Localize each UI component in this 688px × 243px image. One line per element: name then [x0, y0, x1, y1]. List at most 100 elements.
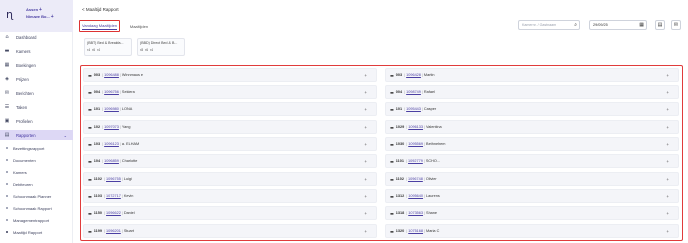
table-row[interactable]: ▬ 103 | 1096123 | a. ELHAM + — [83, 137, 377, 151]
expand-icon[interactable]: + — [666, 229, 669, 234]
table-row[interactable]: ▬ 003 | 1096428 | Martin + — [385, 68, 679, 82]
subitem-kamers[interactable]: Kamers — [0, 167, 73, 177]
table-row[interactable]: ▬ 1029 | 1096133 | Valentina + — [385, 120, 679, 134]
separator: | — [406, 125, 408, 129]
expand-icon[interactable]: + — [364, 90, 367, 95]
booking-link[interactable]: 1092779 — [408, 159, 423, 163]
subitem-schoonmaak-planner[interactable]: Schoonmaak Planner — [0, 191, 73, 201]
booking-link[interactable]: 1096488 — [104, 73, 119, 77]
subitem-label: Debiteuren — [13, 181, 33, 187]
expand-icon[interactable]: + — [666, 90, 669, 95]
date-picker[interactable]: 29/09/25 ▦ — [589, 20, 647, 30]
expand-icon[interactable]: + — [666, 73, 669, 78]
sidebar-item-dashboard[interactable]: ⌂ Dashboard — [0, 32, 73, 42]
subitem-label: Documenten — [13, 157, 36, 163]
search-input[interactable]: Kamernr. / Gastnaam ⌕ — [518, 20, 580, 30]
booking-link[interactable]: 1096980 — [104, 107, 119, 111]
bullet-icon — [6, 231, 8, 233]
table-row[interactable]: ▬ 1199 | 1096201 | Stuart + — [83, 224, 377, 238]
tab-maaltijden[interactable]: Maaltijden — [125, 20, 153, 32]
expand-icon[interactable]: + — [666, 194, 669, 199]
bed-icon: ▬ — [390, 193, 394, 199]
table-row[interactable]: ▬ 004 | 1096756 | Sekiera + — [83, 85, 377, 99]
calendar-icon[interactable]: ▦ — [639, 22, 644, 28]
table-row[interactable]: ▬ 101 | 1095443 | Casper + — [385, 102, 679, 116]
bed-icon: ▬ — [390, 228, 394, 234]
search-icon[interactable]: ⌕ — [574, 22, 577, 28]
expand-icon[interactable]: + — [364, 142, 367, 147]
sidebar-item-rapporten[interactable]: ▤ Rapporten ⌄ — [0, 130, 73, 140]
expand-icon[interactable]: + — [666, 177, 669, 182]
subitem-managementrapport[interactable]: Managementrapport — [0, 215, 73, 225]
sidebar-item-boekingen[interactable]: ▦ Boekingen — [0, 60, 73, 70]
expand-icon[interactable]: + — [666, 159, 669, 164]
expand-icon[interactable]: + — [364, 194, 367, 199]
booking-link[interactable]: 1098749 — [406, 90, 421, 94]
table-row[interactable]: ▬ 1150 | 1096622 | Daniel + — [83, 206, 377, 220]
booking-link[interactable]: 1096201 — [106, 229, 121, 233]
booking-link[interactable]: 1075168 — [408, 229, 423, 233]
room-number: 104 — [93, 159, 101, 163]
booking-link[interactable]: 1095569 — [408, 142, 423, 146]
table-row[interactable]: ▬ 101 | 1096980 | LONA + — [83, 102, 377, 116]
booking-link[interactable]: 1095443 — [406, 107, 421, 111]
expand-icon[interactable]: + — [364, 211, 367, 216]
subitem-bezettingsrapport[interactable]: Bezettingsrapport — [0, 143, 73, 153]
table-row[interactable]: ▬ 1030 | 1095569 | Bethnehem + — [385, 137, 679, 151]
booking-link[interactable]: 1096755 — [106, 177, 121, 181]
booking-link[interactable]: 1096133 — [408, 125, 423, 129]
expand-icon[interactable]: + — [364, 159, 367, 164]
table-row[interactable]: ▬ 003 | 1096488 | Winnmaus e + — [83, 68, 377, 82]
sidebar-item-kamers[interactable]: ▬ Kamers — [0, 46, 73, 56]
expand-icon[interactable]: + — [666, 211, 669, 216]
booking-link[interactable]: 1096428 — [406, 73, 421, 77]
sidebar-item-prijzen[interactable]: ◈ Prijzen — [0, 74, 73, 84]
back-link[interactable]: < Maaltijd Rapport — [82, 7, 119, 12]
document-button[interactable]: ▤ — [655, 20, 665, 30]
table-row[interactable]: ▬ 1101 | 1092779 | SCHO... + — [385, 154, 679, 168]
expand-icon[interactable]: + — [364, 177, 367, 182]
booking-link[interactable]: 1096756 — [104, 90, 119, 94]
subitem-documenten[interactable]: Documenten — [0, 155, 73, 165]
booking-link[interactable]: 1097073 — [104, 125, 119, 129]
booking-link[interactable]: 1072717 — [106, 194, 121, 198]
summary-card[interactable]: (BBD) Direct Bed & B... ▪8 ▪6 ▪4 — [137, 38, 185, 56]
expand-icon[interactable]: + — [666, 107, 669, 112]
expand-icon[interactable]: + — [364, 107, 367, 112]
bed-icon: ▬ — [88, 106, 92, 112]
chat-button[interactable]: ✉ — [671, 20, 681, 30]
booking-link[interactable]: 1096123 — [104, 142, 119, 146]
expand-icon[interactable]: + — [364, 229, 367, 234]
table-row[interactable]: ▬ 1103 | 1072717 | Kevin + — [83, 189, 377, 203]
tab-vandaag-maaltijden[interactable]: Vandaag Maaltijden — [79, 20, 120, 32]
table-row[interactable]: ▬ 104 | 1096859 | Charlotte + — [83, 154, 377, 168]
table-row[interactable]: ▬ 1102 | 1096748 | Olivier + — [385, 172, 679, 186]
booking-link[interactable]: 1096622 — [106, 211, 121, 215]
app-logo-icon[interactable]: ɳ — [6, 9, 18, 21]
table-row[interactable]: ▬ 1318 | 1073563 | Shane + — [385, 206, 679, 220]
summary-card[interactable]: (BBT) Bed & Breakfa... ▪4 ▪6 ▪4 — [84, 38, 132, 56]
sidebar-item-berichten[interactable]: ✉ Berichten — [0, 88, 73, 98]
subitem-debiteuren[interactable]: Debiteuren — [0, 179, 73, 189]
booking-link[interactable]: 1095640 — [408, 194, 423, 198]
sidebar-item-profielen[interactable]: ▣ Profielen — [0, 116, 73, 126]
table-row[interactable]: ▬ 1312 | 1095640 | Laurens + — [385, 189, 679, 203]
booking-link[interactable]: 1096859 — [104, 159, 119, 163]
expand-icon[interactable]: + — [364, 125, 367, 130]
table-row[interactable]: ▬ 1320 | 1075168 | Maria C + — [385, 224, 679, 238]
subitem-schoonmaak-rapport[interactable]: Schoonmaak Rapport — [0, 203, 73, 213]
sidebar-item-taken[interactable]: ☰ Taken — [0, 102, 73, 112]
expand-icon[interactable]: + — [666, 125, 669, 130]
expand-icon[interactable]: + — [364, 73, 367, 78]
table-row[interactable]: ▬ 1102 | 1096755 | Luigi + — [83, 172, 377, 186]
table-row[interactable]: ▬ 102 | 1097073 | Yang + — [83, 120, 377, 134]
booking-link[interactable]: 1073563 — [408, 211, 423, 215]
subitem-maaltijd-rapport[interactable]: Maaltijd Rapport — [0, 227, 73, 237]
bullet-icon — [6, 195, 8, 197]
expand-icon[interactable]: + — [666, 142, 669, 147]
sidebar-item-label: Kamers — [16, 48, 31, 54]
property-switcher-nieuwe[interactable]: Nieuwe Bo...+ — [26, 14, 54, 20]
table-row[interactable]: ▬ 004 | 1098749 | Rafael + — [385, 85, 679, 99]
property-switcher-assen[interactable]: Assen+ — [26, 7, 42, 13]
booking-link[interactable]: 1096748 — [408, 177, 423, 181]
